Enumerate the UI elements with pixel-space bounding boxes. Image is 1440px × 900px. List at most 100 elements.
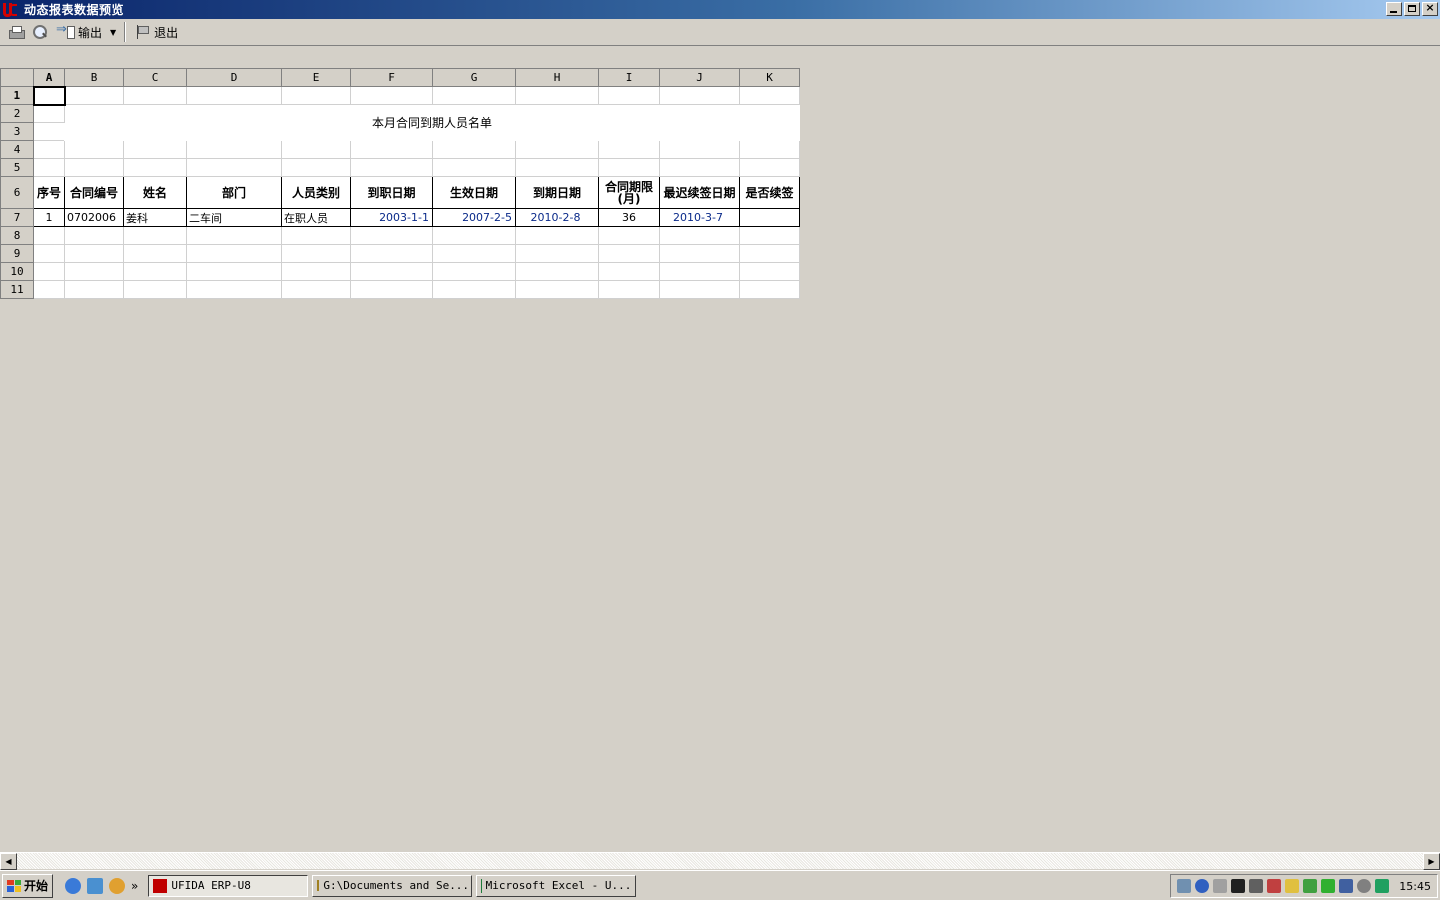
grid-cell[interactable] [515, 140, 599, 159]
grid-cell[interactable] [186, 158, 282, 177]
cell-name[interactable]: 姜科 [123, 208, 187, 227]
grid-cell[interactable] [515, 262, 599, 281]
security-icon[interactable] [1303, 879, 1318, 893]
row-header[interactable]: 9 [0, 244, 34, 263]
grid-cell[interactable] [739, 158, 800, 177]
grid-cell[interactable] [515, 86, 599, 105]
network-icon[interactable] [1177, 879, 1192, 893]
grid-cell[interactable] [64, 86, 124, 105]
grid-cell[interactable] [739, 262, 800, 281]
row-header[interactable]: 4 [0, 140, 34, 159]
grid-cell[interactable] [659, 158, 740, 177]
grid-cell[interactable] [123, 244, 187, 263]
grid-cell[interactable] [739, 280, 800, 299]
grid-cell[interactable] [659, 280, 740, 299]
row-header[interactable]: 11 [0, 280, 34, 299]
grid-cell[interactable] [598, 280, 660, 299]
update-icon[interactable] [1321, 879, 1336, 893]
grid-cell[interactable] [64, 262, 124, 281]
task-explorer[interactable]: G:\Documents and Se... [312, 874, 473, 897]
header-cell[interactable]: 合同编号 [64, 176, 124, 209]
umbrella-icon[interactable] [1375, 879, 1390, 893]
grid-cell[interactable] [33, 262, 65, 281]
help-icon[interactable] [1195, 879, 1210, 893]
grid-cell[interactable] [64, 244, 124, 263]
grid-cell[interactable] [33, 158, 65, 177]
grid-cell[interactable] [432, 86, 516, 105]
grid-cell[interactable] [123, 140, 187, 159]
row-header[interactable]: 6 [0, 176, 34, 209]
header-cell[interactable]: 序号 [33, 176, 65, 209]
grid-cell[interactable] [33, 122, 65, 141]
grid-cell[interactable] [432, 158, 516, 177]
row-header[interactable]: 2 [0, 104, 34, 123]
scroll-right-button[interactable]: ▶ [1423, 853, 1440, 870]
volume-icon[interactable] [1267, 879, 1282, 893]
monitor-icon[interactable] [1249, 879, 1264, 893]
grid-cell[interactable] [186, 262, 282, 281]
row-header[interactable]: 5 [0, 158, 34, 177]
grid-cell[interactable] [739, 86, 800, 105]
horizontal-scrollbar[interactable]: ◀ ▶ [0, 852, 1440, 870]
grid-cell[interactable] [350, 140, 433, 159]
grid-cell[interactable] [123, 226, 187, 245]
grid-cell[interactable] [281, 280, 351, 299]
row-header[interactable]: 1 [0, 86, 34, 105]
grid-cell[interactable] [64, 226, 124, 245]
row-header[interactable]: 10 [0, 262, 34, 281]
cell-no[interactable]: 1 [33, 208, 65, 227]
grid-cell[interactable] [33, 140, 65, 159]
grid-cell[interactable] [432, 226, 516, 245]
column-header[interactable]: J [659, 68, 740, 87]
grid-cell[interactable] [432, 140, 516, 159]
weather-icon[interactable] [1285, 879, 1300, 893]
shield-icon[interactable] [109, 877, 126, 894]
cell-category[interactable]: 在职人员 [281, 208, 351, 227]
grid-cell[interactable] [598, 158, 660, 177]
grid-cell[interactable] [659, 262, 740, 281]
grid-cell[interactable] [281, 244, 351, 263]
grid-cell[interactable] [281, 140, 351, 159]
grid-cell[interactable] [186, 280, 282, 299]
grid-cell[interactable] [281, 226, 351, 245]
grid-cell[interactable] [739, 226, 800, 245]
column-header[interactable]: D [186, 68, 282, 87]
row-header[interactable]: 8 [0, 226, 34, 245]
grid-cell[interactable] [432, 280, 516, 299]
grid-cell[interactable] [598, 86, 660, 105]
exit-button[interactable]: 退出 [130, 21, 182, 43]
column-header[interactable]: B [64, 68, 124, 87]
task-ufida[interactable]: UFIDA ERP-U8 [148, 874, 309, 897]
grid-cell[interactable] [659, 140, 740, 159]
grid-cell[interactable] [123, 280, 187, 299]
grid-cell[interactable] [186, 140, 282, 159]
row-header[interactable]: 3 [0, 122, 34, 141]
column-header[interactable]: A [33, 68, 65, 87]
grid-cell[interactable] [33, 280, 65, 299]
report-title[interactable]: 本月合同到期人员名单 [64, 104, 800, 141]
grid-cell[interactable] [515, 226, 599, 245]
more-chevron[interactable]: » [131, 879, 138, 893]
grid-cell[interactable] [123, 158, 187, 177]
grid-cell[interactable] [350, 262, 433, 281]
grid-cell[interactable] [598, 262, 660, 281]
display-icon[interactable] [1339, 879, 1354, 893]
column-header[interactable]: H [515, 68, 599, 87]
header-cell[interactable]: 合同期限(月) [598, 176, 660, 209]
grid-cell[interactable] [739, 244, 800, 263]
grid-cell[interactable] [350, 86, 433, 105]
column-header[interactable]: E [281, 68, 351, 87]
print-preview-button[interactable] [28, 21, 52, 43]
column-header[interactable]: C [123, 68, 187, 87]
chevron-down-icon[interactable]: ▼ [110, 28, 116, 37]
header-cell[interactable]: 到期日期 [515, 176, 599, 209]
clock-sync-icon[interactable] [1357, 879, 1372, 893]
column-header[interactable]: I [598, 68, 660, 87]
grid-cell[interactable] [432, 262, 516, 281]
print-button[interactable] [4, 21, 28, 43]
grid-cell[interactable] [64, 158, 124, 177]
grid-cell[interactable] [515, 244, 599, 263]
header-cell[interactable]: 是否续签 [739, 176, 800, 209]
cell-expire-date[interactable]: 2010-2-8 [515, 208, 599, 227]
header-cell[interactable]: 到职日期 [350, 176, 433, 209]
